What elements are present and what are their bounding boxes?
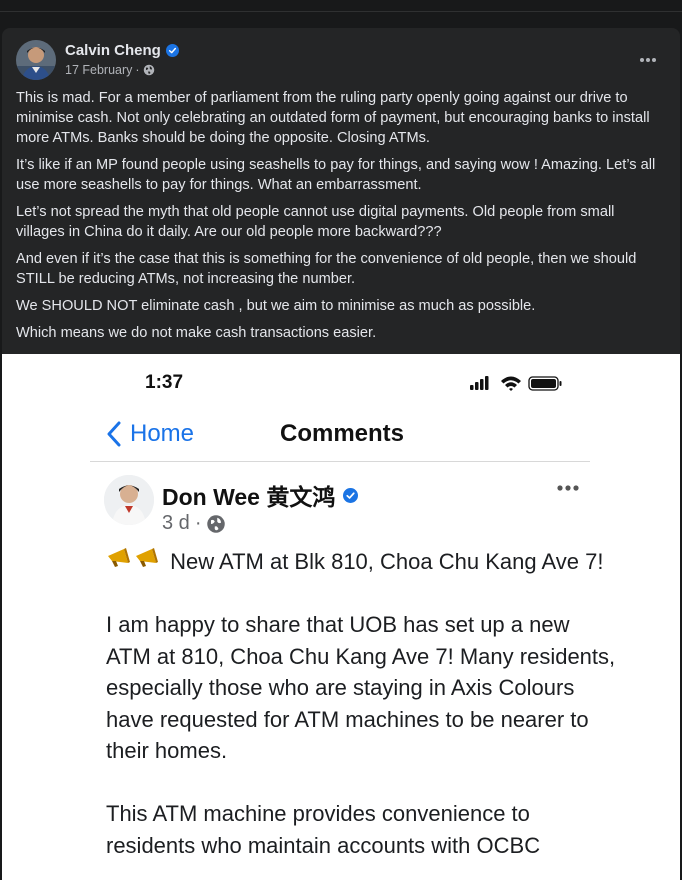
post-paragraph: We SHOULD NOT eliminate cash , but we ai… — [16, 298, 536, 315]
back-label: Home — [130, 420, 195, 447]
battery-icon — [528, 376, 562, 391]
post-paragraph: And even if it’s the case that this is s… — [16, 251, 637, 287]
inner-age: 3 d — [162, 512, 190, 534]
headline-text: New ATM at Blk 810, Choa Chu Kang Ave 7! — [170, 549, 604, 574]
more-options-icon — [640, 58, 656, 62]
cellular-signal-icon — [470, 376, 489, 390]
meta-separator: · — [135, 63, 140, 77]
status-time: 1:37 — [145, 372, 184, 393]
verified-badge-icon — [343, 487, 359, 503]
globe-icon[interactable] — [143, 64, 155, 76]
attached-screenshot-image[interactable]: 1:37 Home Comments Don Wee 黄文鸿 3 d · New… — [2, 354, 680, 880]
nav-title: Comments — [280, 420, 405, 447]
back-chevron-icon — [107, 421, 121, 447]
back-home-button[interactable]: Home — [106, 420, 194, 448]
post-body: This is mad. For a member of parliament … — [16, 89, 666, 352]
post-paragraph: This is mad. For a member of parliament … — [16, 90, 650, 146]
megaphone-icon — [108, 548, 158, 567]
globe-icon — [207, 514, 226, 533]
inner-paragraph: I am happy to share that UOB has set up … — [106, 612, 616, 763]
meta-separator: · — [194, 512, 202, 534]
inner-author-name: Don Wee 黄文鸿 — [162, 484, 336, 510]
post-author[interactable]: Calvin Cheng — [65, 42, 179, 59]
status-icons — [468, 374, 564, 397]
inner-more-options-icon — [554, 478, 582, 498]
author-avatar[interactable] — [16, 40, 56, 80]
post-paragraph: Let’s not spread the myth that old peopl… — [16, 203, 615, 240]
facebook-post: Calvin Cheng 17 February · This is mad. … — [2, 28, 680, 880]
inner-author: Don Wee 黄文鸿 — [162, 478, 359, 512]
inner-author-avatar — [104, 475, 154, 525]
more-options-button[interactable] — [630, 46, 666, 74]
top-bar — [0, 0, 682, 12]
verified-badge-icon — [165, 44, 179, 57]
nav-divider — [90, 461, 590, 462]
post-date[interactable]: 17 February — [65, 63, 132, 77]
author-name[interactable]: Calvin Cheng — [65, 42, 161, 59]
post-meta: 17 February · — [65, 63, 155, 77]
inner-meta: 3 d · — [162, 512, 226, 535]
post-header: Calvin Cheng 17 February · — [16, 40, 666, 84]
wifi-icon — [501, 376, 521, 391]
inner-paragraph: This ATM machine provides convenience to… — [106, 801, 541, 858]
post-paragraph: It’s like if an MP found people using se… — [16, 156, 656, 193]
inner-post-body: New ATM at Blk 810, Choa Chu Kang Ave 7!… — [106, 546, 616, 880]
inner-headline: New ATM at Blk 810, Choa Chu Kang Ave 7! — [106, 546, 616, 578]
post-paragraph: Which means we do not make cash transact… — [16, 325, 377, 342]
